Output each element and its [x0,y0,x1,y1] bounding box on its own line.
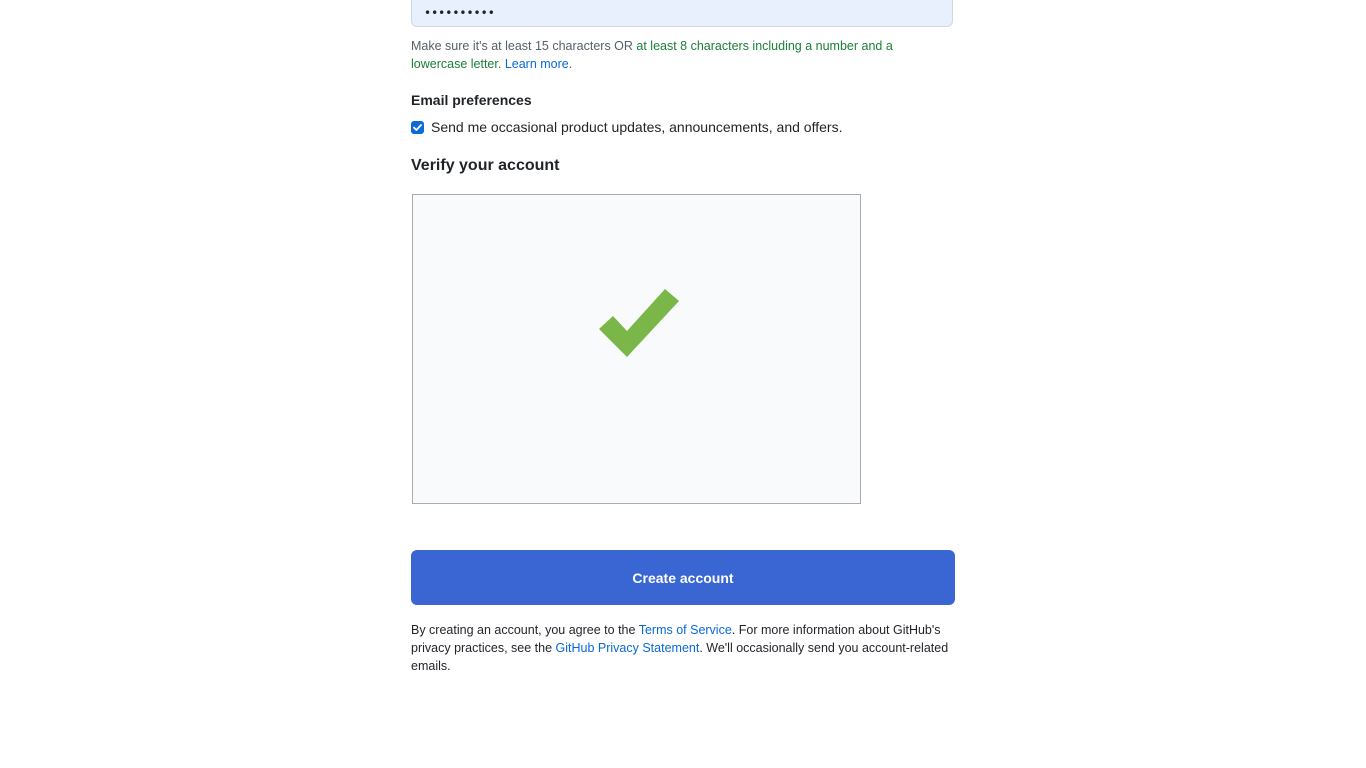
email-preferences-label: Send me occasional product updates, anno… [431,119,843,135]
hint-end: . [568,57,573,71]
create-account-button[interactable]: Create account [411,550,955,605]
privacy-statement-link[interactable]: GitHub Privacy Statement [556,641,700,655]
captcha-frame[interactable] [412,194,861,504]
password-hint: Make sure it's at least 15 characters OR… [411,37,931,73]
terms-of-service-link[interactable]: Terms of Service [639,623,732,637]
legal-text-1: By creating an account, you agree to the [411,623,639,637]
verify-account-title: Verify your account [411,157,560,174]
email-preferences-title: Email preferences [411,92,532,108]
legal-notice: By creating an account, you agree to the… [411,621,957,675]
checkmark-icon [599,289,679,357]
password-input[interactable]: •••••••••• [411,0,953,27]
hint-text: Make sure it's at least 15 characters OR [411,39,637,53]
checkbox-checked-icon [413,123,422,131]
email-preferences-checkbox[interactable] [411,120,424,134]
email-preferences-row[interactable]: Send me occasional product updates, anno… [411,119,842,135]
learn-more-link[interactable]: Learn more [505,57,569,71]
